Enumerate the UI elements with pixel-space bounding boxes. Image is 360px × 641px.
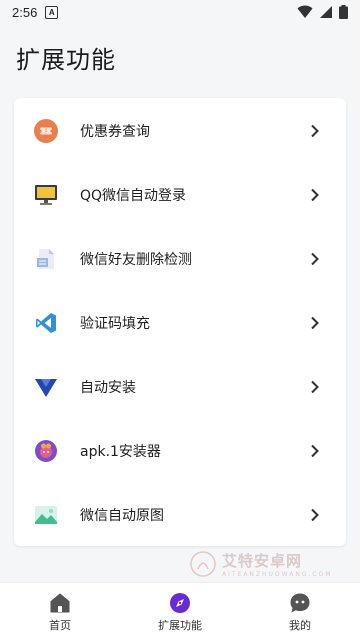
chevron-right-icon	[311, 444, 319, 458]
status-time: 2:56	[12, 4, 38, 20]
list-item-original-image[interactable]: 微信自动原图	[14, 483, 346, 547]
chevron-right-icon	[311, 188, 319, 202]
list-item-label: 微信好友删除检测	[80, 252, 192, 268]
list-item-coupon[interactable]: 优惠券查询	[14, 99, 346, 163]
home-icon	[50, 593, 70, 612]
wifi-icon	[297, 5, 313, 18]
chevron-right-icon	[311, 252, 319, 266]
list-item-label: 优惠券查询	[80, 124, 150, 140]
chevron-right-icon	[311, 316, 319, 330]
notification-icon: A	[45, 5, 59, 19]
status-left: 2:56 A	[12, 4, 59, 20]
vscode-icon	[34, 311, 58, 335]
list-item-label: apk.1安装器	[80, 444, 161, 460]
compass-icon	[170, 592, 190, 613]
list-item-auto-login[interactable]: QQ微信自动登录	[14, 163, 346, 227]
monitor-icon	[34, 183, 58, 207]
watermark-text-group: 艾特安卓网 AITEANZHUOWANG.COM	[222, 550, 333, 578]
list-item-label: QQ微信自动登录	[80, 188, 187, 204]
chevron-right-icon	[311, 380, 319, 394]
nav-item-home[interactable]: 首页	[0, 583, 120, 641]
battery-icon	[339, 5, 348, 19]
list-item-auto-install[interactable]: 自动安装	[14, 355, 346, 419]
nav-label: 我的	[289, 618, 311, 632]
nav-label: 扩展功能	[158, 618, 202, 632]
chevron-right-icon	[311, 508, 319, 522]
list-item-label: 微信自动原图	[80, 508, 164, 524]
chevron-right-icon	[311, 124, 319, 138]
nav-item-extensions[interactable]: 扩展功能	[120, 583, 240, 641]
ticket-icon	[34, 119, 58, 143]
signal-icon	[320, 6, 332, 18]
list-item-friend-detect[interactable]: 微信好友删除检测	[14, 227, 346, 291]
apk-installer-icon	[34, 439, 58, 463]
nav-label: 首页	[49, 618, 71, 632]
chat-face-icon	[290, 593, 310, 612]
watermark: 艾特安卓网 AITEANZHUOWANG.COM	[190, 548, 340, 580]
watermark-subtext: AITEANZHUOWANG.COM	[222, 571, 333, 578]
list-item-label: 自动安装	[80, 380, 136, 396]
status-right	[297, 5, 348, 19]
document-icon	[34, 247, 58, 271]
nav-item-profile[interactable]: 我的	[240, 583, 360, 641]
bottom-nav: 首页 扩展功能 我的	[0, 582, 360, 641]
page-title: 扩展功能	[16, 46, 116, 74]
list-item-label: 验证码填充	[80, 316, 150, 332]
status-bar: 2:56 A	[0, 0, 360, 24]
watermark-logo-icon	[190, 551, 216, 577]
image-icon	[34, 503, 58, 527]
list-item-captcha-fill[interactable]: 验证码填充	[14, 291, 346, 355]
feature-list-card: 优惠券查询 QQ微信自动登录 微信好友删除检测 验证码填充 自动安装 apk.1…	[14, 98, 346, 546]
watermark-text: 艾特安卓网	[222, 552, 303, 570]
triangle-install-icon	[34, 375, 58, 399]
list-item-apk-installer[interactable]: apk.1安装器	[14, 419, 346, 483]
